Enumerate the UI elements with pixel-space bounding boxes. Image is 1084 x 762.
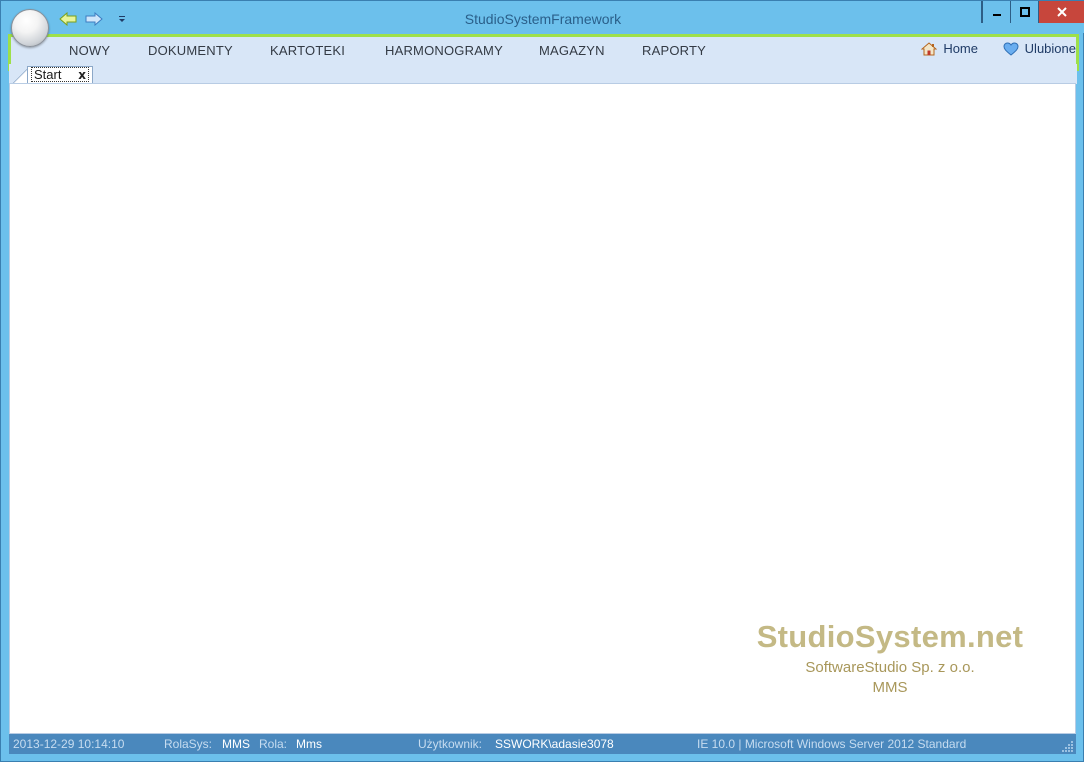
status-user-label: Użytkownik: [418, 737, 483, 751]
brand-name: StudioSystem.net [756, 619, 1024, 654]
status-rola-value: Mms [296, 737, 322, 751]
tab-start[interactable]: Start x [27, 66, 93, 84]
main-content: StudioSystem.net SoftwareStudio Sp. z o.… [9, 83, 1076, 734]
app-window: StudioSystemFramework NOWY DOKUMENTY KAR… [0, 0, 1084, 762]
maximize-button[interactable] [1010, 1, 1038, 23]
tab-strip: Start x [9, 64, 1077, 84]
minimize-icon [992, 14, 1001, 16]
branding-block: StudioSystem.net SoftwareStudio Sp. z o.… [752, 619, 1028, 696]
resize-grip-icon[interactable] [1062, 740, 1074, 752]
tab-close-button[interactable]: x [78, 68, 86, 82]
home-icon [921, 41, 938, 55]
status-datetime: 2013-12-29 10:14:10 [13, 737, 125, 751]
brand-code: MMS [872, 679, 908, 696]
close-icon [1056, 7, 1067, 17]
title-bar: StudioSystemFramework [1, 1, 1084, 33]
menu-item-nowy[interactable]: NOWY [69, 43, 110, 58]
application-orb-button[interactable] [11, 9, 49, 47]
heart-icon [1003, 41, 1019, 56]
maximize-icon [1019, 7, 1030, 17]
close-button[interactable] [1038, 1, 1084, 23]
status-rolasys-value: MMS [222, 737, 250, 751]
minimize-button[interactable] [982, 1, 1010, 23]
menu-item-harmonogramy[interactable]: HARMONOGRAMY [385, 43, 503, 58]
menu-item-kartoteki[interactable]: KARTOTEKI [270, 43, 345, 58]
home-label: Home [943, 41, 978, 56]
favorites-label: Ulubione [1024, 41, 1076, 56]
brand-company: SoftwareStudio Sp. z o.o. [805, 659, 975, 676]
status-system-info: IE 10.0 | Microsoft Windows Server 2012 … [697, 737, 967, 751]
window-controls [981, 1, 1084, 23]
menu-item-raporty[interactable]: RAPORTY [642, 43, 706, 58]
status-rolasys-label: RolaSys: [164, 737, 213, 751]
status-user-value: SSWORK\adasie3078 [495, 737, 614, 751]
menu-item-magazyn[interactable]: MAGAZYN [539, 43, 605, 58]
menu-item-dokumenty[interactable]: DOKUMENTY [148, 43, 233, 58]
favorites-link[interactable]: Ulubione [1003, 41, 1076, 56]
home-link[interactable]: Home [921, 41, 978, 56]
status-bar: 2013-12-29 10:14:10 RolaSys: MMS Rola: M… [9, 734, 1076, 754]
tab-label-text: Start [34, 67, 62, 82]
status-rola-label: Rola: [259, 737, 288, 751]
window-title: StudioSystemFramework [464, 11, 622, 27]
